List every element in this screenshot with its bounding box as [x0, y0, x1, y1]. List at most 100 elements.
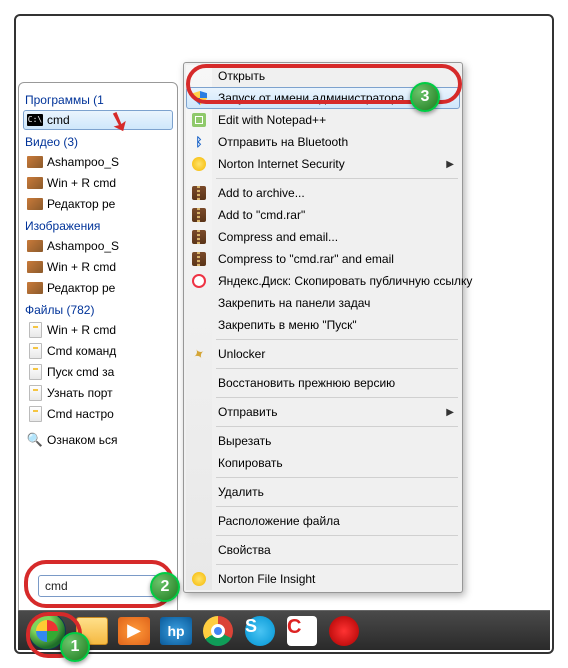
menu-item[interactable]: Отправить ▶ — [186, 401, 460, 423]
zip-icon — [191, 207, 207, 223]
menu-item-label: Свойства — [218, 543, 271, 557]
search-result-item[interactable]: Win + R cmd — [23, 257, 173, 277]
search-result-label: Win + R cmd — [47, 323, 116, 337]
search-result-label: Пуск cmd за — [47, 365, 114, 379]
menu-item[interactable]: Compress to "cmd.rar" and email — [186, 248, 460, 270]
menu-item[interactable]: Add to archive... — [186, 182, 460, 204]
menu-separator — [216, 368, 458, 369]
search-result-label: cmd — [47, 113, 70, 127]
bt-icon: ᛒ — [191, 134, 207, 150]
menu-item-label: Add to "cmd.rar" — [218, 208, 305, 222]
menu-item[interactable]: Восстановить прежнюю версию — [186, 372, 460, 394]
menu-item[interactable]: Закрепить в меню "Пуск" — [186, 314, 460, 336]
menu-item-label: Unlocker — [218, 347, 265, 361]
search-result-item[interactable]: Cmd настро — [23, 404, 173, 424]
menu-item[interactable]: ᛒ Отправить на Bluetooth — [186, 131, 460, 153]
menu-item[interactable]: Яндекс.Диск: Скопировать публичную ссылк… — [186, 270, 460, 292]
img-icon — [27, 259, 43, 275]
search-result-label: Узнать порт — [47, 386, 113, 400]
start-menu-panel: Программы (1C:\cmdВидео (3)Ashampoo_SWin… — [18, 82, 178, 622]
menu-separator — [216, 426, 458, 427]
more-results-label: Ознаком ься — [47, 433, 118, 447]
annotation-badge-2: 2 — [150, 572, 180, 602]
search-result-item[interactable]: Ashampoo_S — [23, 152, 173, 172]
search-result-label: Cmd команд — [47, 344, 116, 358]
taskbar-opera-icon[interactable] — [328, 617, 360, 645]
menu-item[interactable]: Свойства — [186, 539, 460, 561]
search-result-item[interactable]: Редактор ре — [23, 278, 173, 298]
file-icon — [27, 364, 43, 380]
more-results[interactable]: 🔍 Ознаком ься — [23, 430, 173, 450]
menu-item[interactable]: Вырезать — [186, 430, 460, 452]
search-result-item[interactable]: Редактор ре — [23, 194, 173, 214]
menu-item[interactable]: Расположение файла — [186, 510, 460, 532]
nis-icon — [191, 571, 207, 587]
nis-icon — [191, 156, 207, 172]
zip-icon — [191, 251, 207, 267]
menu-item[interactable]: Edit with Notepad++ — [186, 109, 460, 131]
taskbar-skype-icon[interactable]: S — [244, 617, 276, 645]
key-icon: ✦ — [188, 343, 210, 365]
menu-separator — [216, 564, 458, 565]
taskbar: ▶ hp S C — [18, 610, 550, 650]
menu-item[interactable]: Norton File Insight — [186, 568, 460, 590]
taskbar-hp-icon[interactable]: hp — [160, 617, 192, 645]
submenu-arrow-icon: ▶ — [446, 159, 454, 170]
search-result-label: Win + R cmd — [47, 176, 116, 190]
yd-icon — [191, 273, 207, 289]
search-result-label: Win + R cmd — [47, 260, 116, 274]
search-result-label: Ashampoo_S — [47, 239, 119, 253]
menu-item-label: Закрепить в меню "Пуск" — [218, 318, 357, 332]
menu-item-label: Add to archive... — [218, 186, 305, 200]
menu-item-label: Яндекс.Диск: Скопировать публичную ссылк… — [218, 274, 472, 288]
menu-item[interactable]: Compress and email... — [186, 226, 460, 248]
menu-item-label: Compress to "cmd.rar" and email — [218, 252, 394, 266]
np-icon — [191, 112, 207, 128]
search-section-title: Программы (1 — [23, 89, 173, 109]
submenu-arrow-icon: ▶ — [446, 407, 454, 418]
menu-item[interactable]: Закрепить на панели задач — [186, 292, 460, 314]
search-result-label: Редактор ре — [47, 197, 115, 211]
menu-item-label: Norton File Insight — [218, 572, 315, 586]
search-section-title: Видео (3) — [23, 131, 173, 151]
taskbar-ccleaner-icon[interactable]: C — [286, 617, 318, 645]
annotation-badge-1: 1 — [60, 632, 90, 662]
blank-icon — [191, 484, 207, 500]
search-result-item[interactable]: Cmd команд — [23, 341, 173, 361]
search-result-item[interactable]: C:\cmd — [23, 110, 173, 130]
search-result-item[interactable]: Ashampoo_S — [23, 236, 173, 256]
menu-item-label: Отправить на Bluetooth — [218, 135, 348, 149]
start-search-input[interactable] — [38, 575, 158, 597]
blank-icon — [191, 295, 207, 311]
menu-item[interactable]: Удалить — [186, 481, 460, 503]
blank-icon — [191, 68, 207, 84]
taskbar-media-player-icon[interactable]: ▶ — [118, 617, 150, 645]
search-result-item[interactable]: Узнать порт — [23, 383, 173, 403]
menu-item-label: Открыть — [218, 69, 265, 83]
file-icon — [27, 343, 43, 359]
taskbar-chrome-icon[interactable] — [202, 617, 234, 645]
menu-separator — [216, 397, 458, 398]
menu-item[interactable]: Add to "cmd.rar" — [186, 204, 460, 226]
file-icon — [27, 385, 43, 401]
search-result-item[interactable]: Win + R cmd — [23, 320, 173, 340]
blank-icon — [191, 317, 207, 333]
menu-item[interactable]: ✦ Unlocker — [186, 343, 460, 365]
blank-icon — [191, 455, 207, 471]
blank-icon — [191, 433, 207, 449]
search-result-label: Редактор ре — [47, 281, 115, 295]
file-icon — [27, 322, 43, 338]
menu-item-label: Запуск от имени администратора — [218, 91, 404, 105]
menu-item-label: Вырезать — [218, 434, 271, 448]
menu-item-label: Закрепить на панели задач — [218, 296, 370, 310]
menu-item[interactable]: Копировать — [186, 452, 460, 474]
search-icon: 🔍 — [27, 432, 43, 448]
search-section-title: Изображения — [23, 215, 173, 235]
menu-item-label: Копировать — [218, 456, 283, 470]
zip-icon — [191, 229, 207, 245]
menu-item-label: Отправить — [218, 405, 278, 419]
search-result-item[interactable]: Win + R cmd — [23, 173, 173, 193]
search-result-item[interactable]: Пуск cmd за — [23, 362, 173, 382]
menu-separator — [216, 535, 458, 536]
menu-item[interactable]: Norton Internet Security▶ — [186, 153, 460, 175]
